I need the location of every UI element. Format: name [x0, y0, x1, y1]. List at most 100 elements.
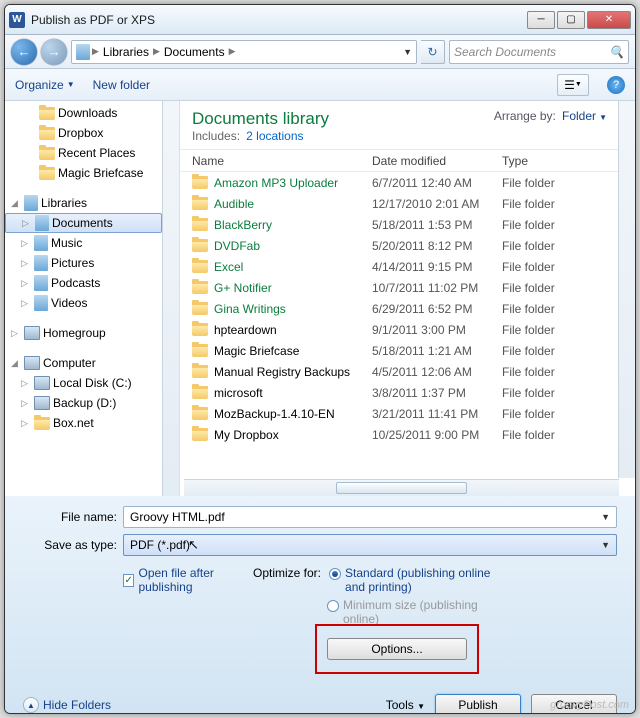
tree-homegroup[interactable]: ▷Homegroup: [5, 323, 179, 343]
tree-dropbox[interactable]: Dropbox: [5, 123, 179, 143]
tree-libraries[interactable]: ◢Libraries: [5, 193, 179, 213]
chevron-down-icon[interactable]: ▼: [601, 540, 610, 550]
back-button[interactable]: ←: [11, 39, 37, 65]
expand-icon[interactable]: ▷: [21, 238, 31, 249]
tree-backup[interactable]: ▷Backup (D:): [5, 393, 179, 413]
library-subtitle: Includes: 2 locations: [192, 129, 329, 143]
expand-icon[interactable]: ▷: [21, 258, 31, 269]
arrange-by[interactable]: Arrange by: Folder ▼: [494, 109, 607, 143]
table-row[interactable]: MozBackup-1.4.10-EN3/21/2011 11:41 PMFil…: [180, 403, 619, 424]
open-after-checkbox[interactable]: ✓ Open file after publishing: [123, 566, 253, 594]
savetype-field: Save as type: PDF (*.pdf)↖▼: [23, 534, 617, 556]
options-button[interactable]: Options...: [327, 638, 467, 660]
options-area: ✓ Open file after publishing Optimize fo…: [23, 566, 617, 682]
optimize-standard[interactable]: Optimize for: Standard (publishing onlin…: [253, 566, 617, 594]
folder-icon: [39, 167, 55, 180]
expand-icon[interactable]: ▷: [21, 278, 31, 289]
savetype-dropdown[interactable]: PDF (*.pdf)↖▼: [123, 534, 617, 556]
folder-icon: [39, 147, 55, 160]
navbar: ← → ▶ Libraries ▶ Documents ▶ ▼ ↻ Search…: [5, 35, 635, 69]
table-row[interactable]: BlackBerry5/18/2011 1:53 PMFile folder: [180, 214, 619, 235]
table-row[interactable]: Excel4/14/2011 9:15 PMFile folder: [180, 256, 619, 277]
table-row[interactable]: Gina Writings6/29/2011 6:52 PMFile folde…: [180, 298, 619, 319]
folder-icon: [39, 107, 55, 120]
optimize-label: Optimize for:: [253, 566, 325, 580]
tree-pictures[interactable]: ▷Pictures: [5, 253, 179, 273]
hide-folders-button[interactable]: ▲ Hide Folders: [23, 697, 111, 713]
collapse-icon[interactable]: ◢: [11, 198, 21, 209]
filename-input[interactable]: Groovy HTML.pdf▼: [123, 506, 617, 528]
tree-computer[interactable]: ◢Computer: [5, 353, 179, 373]
library-header: Documents library Includes: 2 locations …: [180, 101, 619, 150]
breadcrumb-dropdown-icon[interactable]: ▼: [403, 47, 412, 57]
footer: ▲ Hide Folders Tools ▼ Publish Cancel: [23, 694, 617, 714]
table-row[interactable]: G+ Notifier10/7/2011 11:02 PMFile folder: [180, 277, 619, 298]
dialog-window: W Publish as PDF or XPS ─ ▢ ✕ ← → ▶ Libr…: [4, 4, 636, 714]
table-row[interactable]: Audible12/17/2010 2:01 AMFile folder: [180, 193, 619, 214]
table-row[interactable]: hpteardown9/1/2011 3:00 PMFile folder: [180, 319, 619, 340]
tree-videos[interactable]: ▷Videos: [5, 293, 179, 313]
chevron-down-icon[interactable]: ▼: [601, 512, 610, 522]
help-button[interactable]: ?: [607, 76, 625, 94]
breadcrumb[interactable]: ▶ Libraries ▶ Documents ▶ ▼: [71, 40, 417, 64]
table-row[interactable]: My Dropbox10/25/2011 9:00 PMFile folder: [180, 424, 619, 445]
column-headers[interactable]: Name Date modified Type: [180, 150, 619, 172]
optimize-minimum[interactable]: Minimum size (publishing online): [253, 598, 617, 626]
new-folder-button[interactable]: New folder: [93, 78, 150, 92]
table-row[interactable]: microsoft3/8/2011 1:37 PMFile folder: [180, 382, 619, 403]
tree-recent-places[interactable]: Recent Places: [5, 143, 179, 163]
chevron-down-icon: ▼: [67, 80, 75, 89]
expand-icon[interactable]: ▷: [21, 398, 31, 409]
chevron-right-icon: ▶: [229, 46, 236, 57]
savetype-label: Save as type:: [23, 538, 123, 552]
tree-documents[interactable]: ▷Documents: [5, 213, 162, 233]
filename-label: File name:: [23, 510, 123, 524]
crumb-documents[interactable]: Documents: [162, 45, 227, 59]
folder-tree[interactable]: Downloads Dropbox Recent Places Magic Br…: [5, 101, 180, 496]
view-button[interactable]: ☰▼: [557, 74, 589, 96]
col-type[interactable]: Type: [502, 154, 607, 168]
expand-icon[interactable]: ▷: [22, 218, 32, 229]
tree-local-disk[interactable]: ▷Local Disk (C:): [5, 373, 179, 393]
table-row[interactable]: Amazon MP3 Uploader6/7/2011 12:40 AMFile…: [180, 172, 619, 193]
table-row[interactable]: Magic Briefcase5/18/2011 1:21 AMFile fol…: [180, 340, 619, 361]
expand-icon[interactable]: ▷: [11, 328, 21, 339]
organize-menu[interactable]: Organize ▼: [15, 78, 75, 92]
bottom-panel: File name: Groovy HTML.pdf▼ Save as type…: [5, 496, 635, 714]
chevron-right-icon: ▶: [153, 46, 160, 57]
tools-menu[interactable]: Tools ▼: [386, 698, 425, 712]
tree-boxnet[interactable]: ▷Box.net: [5, 413, 179, 433]
tree-downloads[interactable]: Downloads: [5, 103, 179, 123]
publish-button[interactable]: Publish: [435, 694, 521, 714]
tree-music[interactable]: ▷Music: [5, 233, 179, 253]
chevron-down-icon: ▼: [599, 113, 607, 122]
file-rows: Amazon MP3 Uploader6/7/2011 12:40 AMFile…: [180, 172, 619, 479]
collapse-icon[interactable]: ◢: [11, 358, 21, 369]
table-row[interactable]: DVDFab5/20/2011 8:12 PMFile folder: [180, 235, 619, 256]
tree-podcasts[interactable]: ▷Podcasts: [5, 273, 179, 293]
tree-magic-briefcase[interactable]: Magic Briefcase: [5, 163, 179, 183]
drive-icon: [34, 376, 50, 390]
folder-icon: [192, 218, 208, 231]
folder-icon: [192, 302, 208, 315]
folder-icon: [192, 260, 208, 273]
folder-icon: [192, 239, 208, 252]
maximize-button[interactable]: ▢: [557, 11, 585, 29]
library-icon: [34, 295, 48, 311]
folder-icon: [192, 197, 208, 210]
col-date[interactable]: Date modified: [372, 154, 502, 168]
forward-button[interactable]: →: [41, 39, 67, 65]
expand-icon[interactable]: ▷: [21, 378, 31, 389]
expand-icon[interactable]: ▷: [21, 418, 31, 429]
locations-link[interactable]: 2 locations: [246, 129, 303, 143]
crumb-libraries[interactable]: Libraries: [101, 45, 151, 59]
col-name[interactable]: Name: [192, 154, 372, 168]
options-highlight: Options...: [315, 624, 479, 674]
search-input[interactable]: Search Documents 🔍: [449, 40, 629, 64]
horizontal-scrollbar[interactable]: [184, 479, 619, 496]
minimize-button[interactable]: ─: [527, 11, 555, 29]
table-row[interactable]: Manual Registry Backups4/5/2011 12:06 AM…: [180, 361, 619, 382]
close-button[interactable]: ✕: [587, 11, 631, 29]
expand-icon[interactable]: ▷: [21, 298, 31, 309]
refresh-button[interactable]: ↻: [421, 40, 445, 64]
